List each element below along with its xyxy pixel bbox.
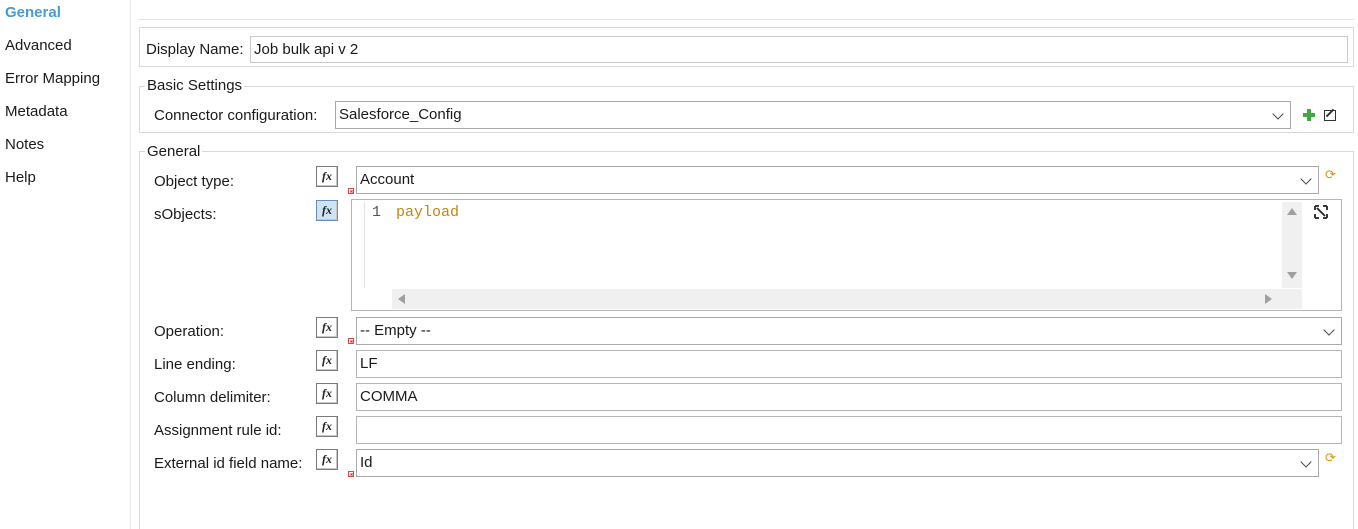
object-type-value: Account [360,171,415,188]
nav-item-error-mapping[interactable]: Error Mapping [5,70,100,88]
add-icon[interactable] [1303,109,1315,121]
required-error-icon [348,471,354,477]
general-title: General [145,143,203,161]
sobjects-label: sObjects: [154,206,217,223]
nav-item-help[interactable]: Help [5,169,36,187]
chevron-down-icon [1272,108,1284,120]
assignment-rule-id-fx-button[interactable]: fx [316,416,338,437]
panel-top-border [138,19,1354,20]
required-error-icon [348,188,354,194]
nav-divider [130,0,131,529]
connector-configuration-select[interactable]: Salesforce_Config [335,101,1291,129]
nav-item-metadata[interactable]: Metadata [5,103,68,121]
object-type-select[interactable]: Account [356,166,1319,194]
sobjects-fx-button[interactable]: fx [316,200,338,221]
scroll-down-arrow-icon[interactable] [1287,272,1297,279]
sobjects-code-editor[interactable]: 1 payload [351,199,1342,311]
horizontal-scrollbar[interactable] [392,289,1302,309]
expand-editor-icon[interactable] [1313,204,1329,220]
gutter-separator [364,202,365,288]
column-delimiter-input[interactable]: COMMA [356,383,1342,411]
refresh-metadata-icon[interactable]: ⟳ [1325,451,1339,465]
required-error-icon [348,338,354,344]
assignment-rule-id-input[interactable] [356,416,1342,444]
operation-label: Operation: [154,323,225,340]
connector-configuration-label: Connector configuration: [154,107,318,124]
line-number: 1 [372,204,382,221]
refresh-metadata-icon[interactable]: ⟳ [1325,168,1339,182]
operation-value: -- Empty -- [360,322,431,339]
object-type-label: Object type: [154,173,235,190]
connector-configuration-value: Salesforce_Config [339,106,462,123]
line-ending-label: Line ending: [154,356,236,373]
column-delimiter-fx-button[interactable]: fx [316,383,338,404]
external-id-field-name-label: External id field name: [154,455,303,472]
external-id-field-name-fx-button[interactable]: fx [316,449,338,470]
scroll-left-arrow-icon[interactable] [398,294,405,304]
column-delimiter-label: Column delimiter: [154,389,271,406]
display-name-label: Display Name: [146,41,244,58]
nav-item-notes[interactable]: Notes [5,136,44,154]
external-id-field-name-select[interactable]: Id [356,449,1319,477]
display-name-input[interactable]: Job bulk api v 2 [250,36,1348,63]
line-ending-fx-button[interactable]: fx [316,350,338,371]
operation-fx-button[interactable]: fx [316,317,338,338]
nav-item-advanced[interactable]: Advanced [5,37,72,55]
scroll-right-arrow-icon[interactable] [1265,294,1272,304]
edit-icon[interactable] [1324,110,1336,121]
basic-settings-title: Basic Settings [145,77,245,95]
external-id-field-name-value: Id [360,454,373,471]
object-type-fx-button[interactable]: fx [316,166,338,187]
code-expression[interactable]: payload [396,204,459,221]
assignment-rule-id-label: Assignment rule id: [154,422,282,439]
line-ending-input[interactable]: LF [356,350,1342,378]
chevron-down-icon [1300,173,1312,185]
chevron-down-icon [1300,456,1312,468]
operation-select[interactable]: -- Empty -- [356,317,1342,345]
chevron-down-icon [1323,324,1335,336]
nav-item-general[interactable]: General [5,4,61,22]
vertical-scrollbar[interactable] [1282,202,1302,288]
scroll-up-arrow-icon[interactable] [1287,208,1297,215]
